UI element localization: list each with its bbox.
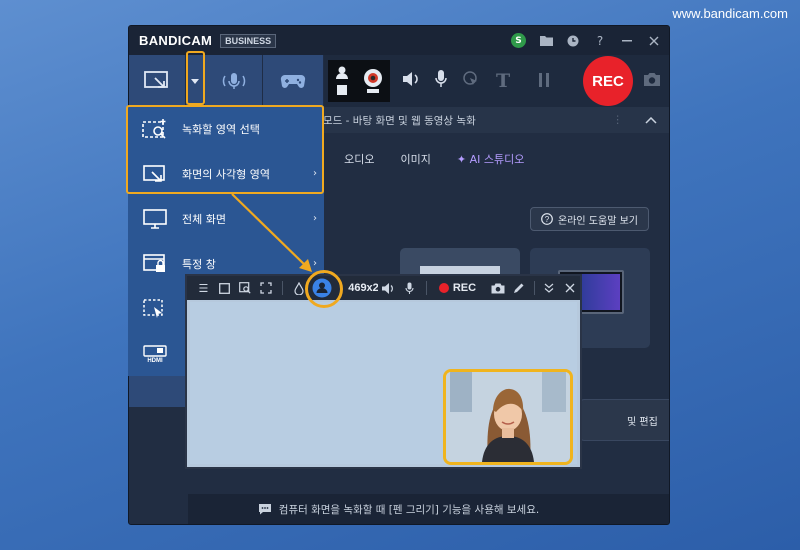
gamepad-icon	[280, 74, 306, 88]
menu-item-select-area[interactable]: 녹화할 영역 선택	[128, 106, 324, 151]
webcam-icon	[363, 69, 382, 93]
webcam-overlay-preview[interactable]	[443, 369, 573, 465]
microphone-icon[interactable]	[434, 69, 448, 93]
collapse-double-chevron-icon[interactable]	[539, 283, 560, 293]
cursor-click-icon[interactable]	[462, 70, 480, 92]
svg-text:?: ?	[545, 215, 550, 224]
speaker-icon[interactable]	[378, 282, 399, 294]
select-area-icon[interactable]	[235, 282, 256, 294]
tab-ai-label: AI 스튜디오	[469, 153, 525, 166]
text-overlay-icon[interactable]: T	[496, 70, 510, 92]
more-options-icon[interactable]: ⋮	[613, 114, 624, 126]
tab-ai-studio[interactable]: ✦ AI 스튜디오	[457, 151, 524, 167]
menu-item-label: 화면의 사각형 영역	[182, 167, 270, 181]
screenshot-camera-icon[interactable]	[643, 72, 661, 91]
title-bar: BANDICAM BUSINESS S ?	[129, 26, 669, 55]
clock-icon[interactable]	[566, 34, 580, 48]
menu-item-label: 전체 화면	[182, 212, 226, 226]
toolbar-divider	[282, 281, 283, 295]
resolution-readout: 469x2	[348, 282, 379, 294]
help-icon[interactable]: ?	[593, 34, 607, 48]
menu-item-rectangle-area[interactable]: 화면의 사각형 영역 ›	[128, 151, 324, 196]
edition-badge: BUSINESS	[220, 33, 277, 48]
chat-bubble-icon	[258, 504, 271, 515]
screen-mode-button[interactable]	[129, 55, 186, 107]
toolbar-divider	[425, 281, 427, 295]
monitor-icon	[143, 208, 167, 229]
menu-icon[interactable]: ☰	[193, 282, 214, 295]
watermark-text: www.bandicam.com	[672, 6, 788, 21]
recorder-toolbar: ☰ 469x2 REC	[187, 276, 580, 300]
menu-item-fullscreen[interactable]: 전체 화면 ›	[128, 196, 324, 241]
audio-mode-button[interactable]	[205, 55, 263, 107]
resize-icon[interactable]	[255, 282, 276, 294]
select-area-icon	[142, 118, 166, 139]
svg-text:HDMI: HDMI	[147, 358, 163, 363]
close-icon[interactable]	[559, 283, 580, 293]
dashed-cursor-icon	[143, 298, 163, 318]
tip-text: 컴퓨터 화면을 녹화할 때 [펜 그리기] 기능을 사용해 보세요.	[278, 503, 540, 516]
webcam-toggle[interactable]	[328, 60, 390, 102]
microphone-icon[interactable]	[399, 282, 420, 295]
fullscreen-rect-icon[interactable]	[214, 282, 235, 294]
online-help-button[interactable]: ? 온라인 도움말 보기	[530, 207, 649, 231]
feature-card-right-label: 및 편집	[627, 416, 658, 428]
toolbar-divider	[533, 281, 535, 295]
screen-rect-icon	[144, 71, 168, 88]
webcam-toggle-highlight-ring	[305, 270, 343, 308]
toolbar-options: T REC	[324, 55, 669, 107]
content-tabs: 오 오디오 이미지 ✦ AI 스튜디오	[308, 151, 524, 167]
menu-item-label: 특정 창	[182, 257, 216, 271]
speaker-icon[interactable]	[402, 71, 420, 91]
app-logo: BANDICAM	[139, 33, 213, 48]
recorder-rec-label: REC	[452, 282, 477, 294]
pen-draw-icon[interactable]	[509, 282, 530, 294]
help-button-label: 온라인 도움말 보기	[558, 215, 638, 227]
rec-button[interactable]: REC	[583, 56, 633, 106]
rectangle-area-icon	[143, 164, 165, 182]
chevron-down-icon	[191, 78, 199, 84]
tab-image[interactable]: 이미지	[401, 151, 431, 167]
feature-card-right[interactable]: 및 편집	[580, 399, 669, 441]
webcam-person-image	[446, 372, 570, 462]
record-dot-icon	[438, 283, 449, 293]
recorder-rec-button[interactable]: REC	[438, 282, 477, 294]
submenu-arrow-icon: ›	[313, 258, 317, 269]
submenu-arrow-icon: ›	[313, 213, 317, 224]
tip-bar: 컴퓨터 화면을 녹화할 때 [펜 그리기] 기능을 사용해 보세요.	[188, 494, 669, 524]
camera-icon[interactable]	[488, 283, 509, 294]
menu-item-label: 녹화할 영역 선택	[182, 122, 260, 136]
window-lock-icon	[143, 253, 165, 272]
hdmi-icon: HDMI	[143, 344, 167, 363]
tab-audio[interactable]: 오디오	[344, 151, 374, 167]
mode-dropdown-arrow[interactable]	[186, 55, 205, 107]
collapse-chevron-icon[interactable]	[645, 116, 657, 124]
main-toolbar: T REC	[129, 55, 669, 107]
webcam-person-icon	[335, 66, 348, 95]
close-icon[interactable]	[647, 34, 661, 48]
pause-icon[interactable]	[538, 72, 550, 91]
folder-icon[interactable]	[539, 34, 553, 48]
mode-description: 모드 - 바탕 화면 및 웹 동영상 녹화	[323, 114, 476, 127]
submenu-arrow-icon: ›	[313, 168, 317, 179]
question-circle-icon: ?	[541, 213, 553, 225]
minimize-icon[interactable]	[620, 34, 634, 48]
microphone-waves-icon	[222, 73, 245, 89]
game-mode-button[interactable]	[263, 55, 324, 107]
account-icon[interactable]: S	[511, 33, 526, 48]
